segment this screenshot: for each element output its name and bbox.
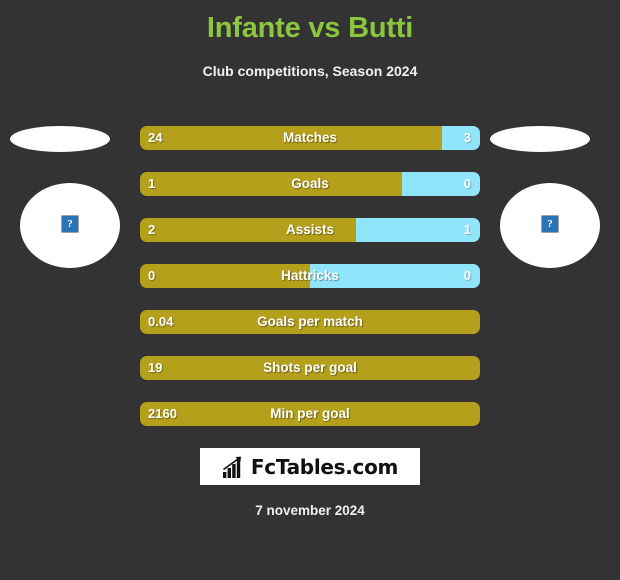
player-right-photo: ? — [480, 118, 620, 278]
fctables-logo[interactable]: FcTables.com — [200, 448, 420, 485]
stat-label: Goals per match — [257, 314, 363, 329]
stat-label: Hattricks — [281, 268, 339, 283]
stat-row: 2 1 Assists — [140, 218, 480, 242]
stat-row: 2160 Min per goal — [140, 402, 480, 426]
broken-image-icon: ? — [541, 215, 559, 233]
stat-row: 1 0 Goals — [140, 172, 480, 196]
stat-comparison-rows: 24 3 Matches 1 0 Goals 2 1 Assists 0 0 Hattricks 0.0… — [140, 126, 480, 448]
player-right-photo-top-ellipse — [490, 126, 590, 152]
player-left-photo: ? — [0, 118, 140, 278]
footer-date: 7 november 2024 — [255, 503, 365, 518]
stat-label: Assists — [285, 222, 335, 237]
player-left-photo-top-ellipse — [10, 126, 110, 152]
page-title: Infante vs Butti — [206, 12, 414, 44]
stat-label: Matches — [282, 130, 338, 145]
fctables-logo-text: FcTables.com — [250, 454, 399, 479]
comparison-infographic: Infante vs Butti Club competitions, Seas… — [0, 0, 620, 580]
stat-label: Min per goal — [270, 406, 350, 421]
page-subtitle: Club competitions, Season 2024 — [202, 63, 418, 79]
stat-row: 0 0 Hattricks — [140, 264, 480, 288]
stat-row: 0.04 Goals per match — [140, 310, 480, 334]
stat-label: Shots per goal — [263, 360, 357, 375]
stat-row: 24 3 Matches — [140, 126, 480, 150]
broken-image-icon: ? — [61, 215, 79, 233]
stat-row: 19 Shots per goal — [140, 356, 480, 380]
stat-label: Goals — [291, 176, 329, 191]
bar-chart-arrow-icon — [222, 456, 246, 478]
